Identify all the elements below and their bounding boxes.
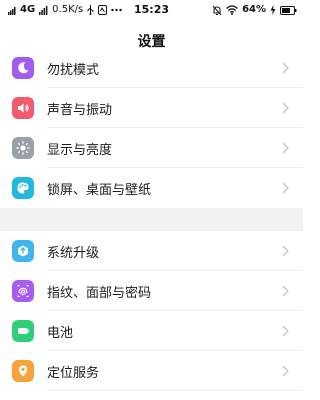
chevron-right-icon: [277, 363, 293, 379]
battery-icon: [12, 320, 34, 342]
settings-item-system-update[interactable]: 系统升级: [0, 231, 303, 271]
settings-item-location[interactable]: 定位服务: [0, 351, 303, 391]
settings-item-do-not-disturb[interactable]: 勿扰模式: [0, 48, 303, 88]
settings-item-sound-vibration[interactable]: 声音与振动: [0, 88, 303, 128]
chevron-right-icon: [277, 283, 293, 299]
chevron-right-icon: [277, 243, 293, 259]
settings-item-lockscreen-wallpaper[interactable]: 锁屏、桌面与壁纸: [0, 168, 303, 208]
settings-item-fingerprint-face-password[interactable]: 指纹、面部与密码: [0, 271, 303, 311]
chevron-right-icon: [277, 140, 293, 156]
settings-item-display-brightness[interactable]: 显示与亮度: [0, 128, 303, 168]
palette-icon: [12, 177, 34, 199]
wifi-icon: [226, 5, 238, 15]
settings-group-1: 勿扰模式 声音与振动 显示与亮度 锁屏、桌面与壁纸: [0, 48, 303, 208]
fingerprint-icon: [12, 280, 34, 302]
settings-item-label: 锁屏、桌面与壁纸: [47, 182, 152, 198]
mute-icon: [212, 5, 222, 16]
speaker-icon: [12, 97, 34, 119]
battery-icon: [280, 5, 297, 15]
moon-icon: [12, 57, 34, 79]
row-divider: [47, 390, 303, 391]
settings-item-label: 声音与振动: [47, 102, 113, 118]
chevron-right-icon: [277, 60, 293, 76]
settings-item-battery[interactable]: 电池: [0, 311, 303, 351]
chevron-right-icon: [277, 180, 293, 196]
settings-item-label: 电池: [47, 325, 74, 341]
settings-item-label: 系统升级: [47, 245, 100, 261]
settings-screen: 4G 0.5K/s 15:23 64% 设置 勿扰模式 声音与振动 显示与亮度 …: [0, 0, 303, 400]
group-separator: [0, 208, 303, 231]
settings-item-label: 勿扰模式: [47, 62, 100, 78]
location-icon: [12, 360, 34, 382]
settings-item-label: 显示与亮度: [47, 142, 113, 158]
system-update-icon: [12, 240, 34, 262]
brightness-icon: [12, 137, 34, 159]
chevron-right-icon: [277, 100, 293, 116]
settings-group-2: 系统升级 指纹、面部与密码 电池 定位服务: [0, 231, 303, 391]
settings-item-label: 指纹、面部与密码: [47, 285, 152, 301]
charging-icon: [270, 5, 276, 15]
status-bar: 4G 0.5K/s 15:23 64%: [0, 0, 303, 20]
battery-percent: 64%: [242, 4, 266, 15]
settings-item-label: 定位服务: [47, 365, 100, 381]
status-bar-right: 64%: [212, 3, 297, 17]
chevron-right-icon: [277, 323, 293, 339]
